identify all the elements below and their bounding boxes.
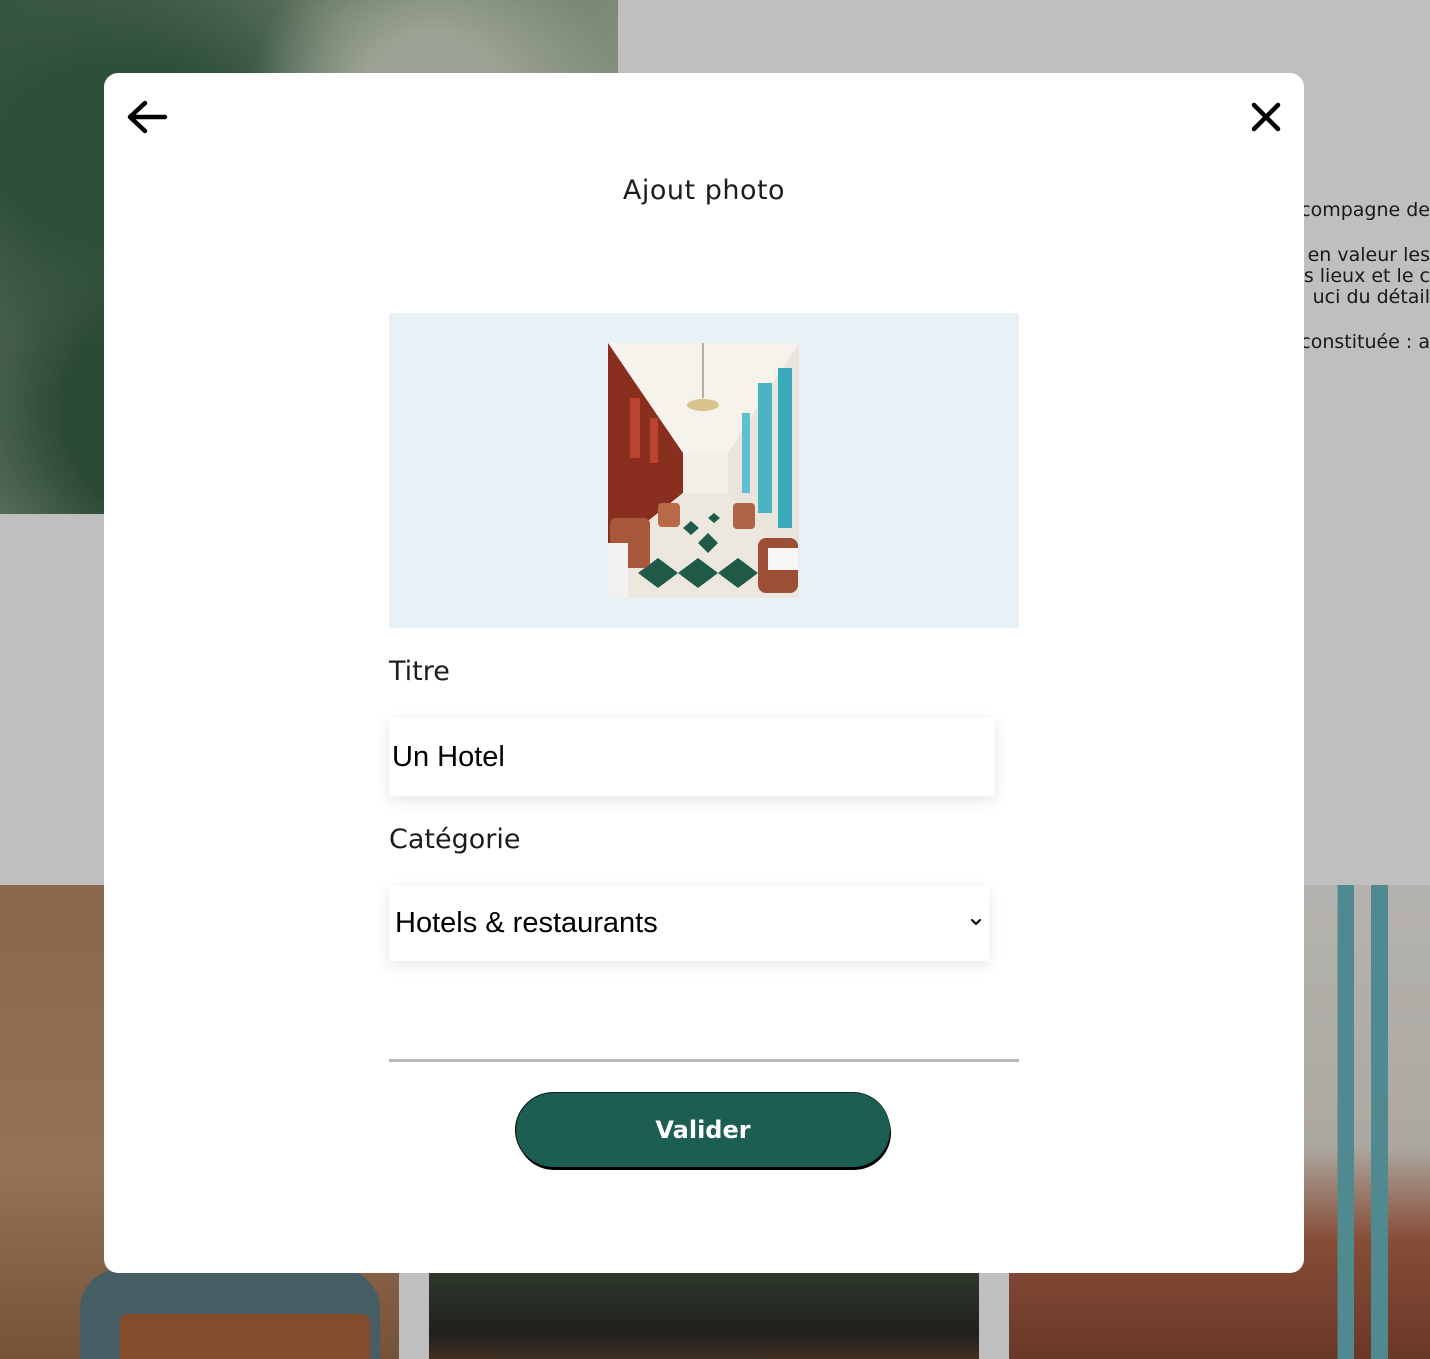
add-photo-modal: Ajout photo Titre Un Hotel Catégorie Hot… xyxy=(104,73,1304,1273)
arrow-left-icon xyxy=(127,100,168,134)
back-button[interactable] xyxy=(124,97,170,137)
category-select[interactable]: Hotels & restaurants xyxy=(389,886,989,961)
submit-button[interactable]: Valider xyxy=(516,1093,890,1167)
title-input[interactable] xyxy=(389,718,995,796)
category-label: Catégorie xyxy=(389,824,521,855)
form-divider xyxy=(389,1059,1019,1062)
chevron-down-icon xyxy=(971,919,981,925)
modal-title: Ajout photo xyxy=(622,175,786,206)
title-label: Titre xyxy=(389,656,450,687)
close-button[interactable] xyxy=(1246,97,1286,137)
photo-preview xyxy=(608,343,799,598)
close-icon xyxy=(1251,102,1281,132)
photo-preview-area[interactable] xyxy=(389,313,1019,628)
photo-preview-image xyxy=(608,343,799,598)
category-select-value: Hotels & restaurants xyxy=(395,907,658,939)
